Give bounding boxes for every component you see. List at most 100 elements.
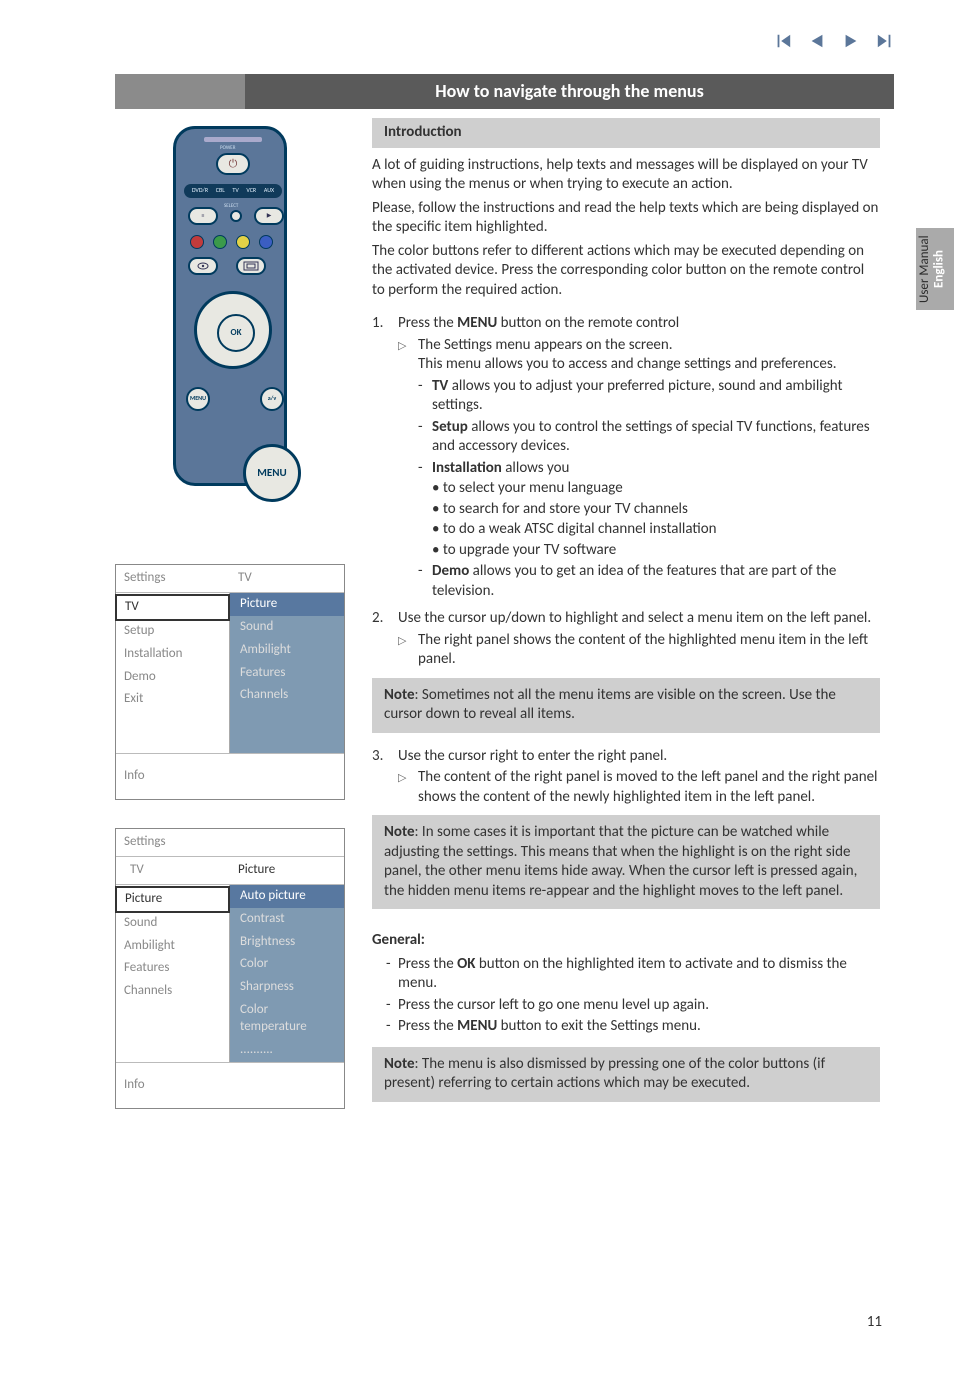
menu2-item-channels: Channels	[116, 980, 229, 1003]
menu1-right-panel: Picture Sound Ambilight Features Channel…	[230, 593, 344, 753]
menu2-item-features: Features	[116, 957, 229, 980]
intro-p2: Please, follow the instructions and read…	[372, 199, 880, 238]
menu1-item-demo: Demo	[116, 666, 229, 689]
menu1-r-features: Features	[230, 662, 344, 685]
page-nav-arrows	[774, 32, 894, 57]
step1-sub: The Settings menu appears on the screen.…	[418, 336, 880, 375]
step1-inst-t: allows you	[502, 459, 570, 477]
power-button: ⏻	[216, 153, 250, 175]
list-button: ≡	[188, 207, 218, 225]
menu2-r-more: ..........	[230, 1039, 344, 1062]
menu1-header: Settings TV	[116, 565, 344, 593]
nav-next-icon[interactable]	[842, 32, 860, 57]
step2-content: Use the cursor up/down to highlight and …	[398, 609, 880, 670]
menu2-item-sound: Sound	[116, 912, 229, 935]
menu1-info: Info	[116, 753, 344, 799]
triangle-icon: ▷	[398, 768, 418, 807]
intro-body: A lot of guiding instructions, help text…	[372, 156, 880, 301]
triangle-icon: ▷	[398, 631, 418, 670]
menu1-r-blank1	[230, 707, 344, 730]
device-vcr: VCR	[246, 187, 256, 195]
menu2-subheader: TV Picture	[116, 857, 344, 885]
settings-menu-table-1: Settings TV TV Setup Installation Demo E…	[115, 564, 345, 800]
note-box-1: Note: Sometimes not all the menu items a…	[372, 678, 880, 733]
green-button	[213, 235, 227, 249]
menu1-body: TV Setup Installation Demo Exit Picture …	[116, 593, 344, 753]
power-icon: ⏻	[229, 157, 238, 171]
g1-b: OK	[457, 955, 475, 973]
step2-text: Use the cursor up/down to highlight and …	[398, 609, 871, 627]
power-label: POWER	[220, 145, 235, 152]
step3-num: 3.	[372, 747, 398, 808]
step3-sub: The content of the right panel is moved …	[418, 768, 880, 807]
step3-text: Use the cursor right to enter the right …	[398, 747, 667, 765]
menu2-left-panel: Picture Sound Ambilight Features Channel…	[116, 885, 230, 1062]
device-tv: TV	[232, 187, 238, 195]
select-button	[230, 210, 242, 222]
remote-body: POWER ⏻ DVD/R CBL TV VCR AUX ≡ ▶ SELECT	[173, 126, 287, 486]
step1-inst-b2: • to do a weak ATSC digital channel inst…	[432, 520, 880, 540]
step1-tv: TV allows you to adjust your preferred p…	[432, 377, 880, 416]
dash-icon: -	[418, 562, 432, 601]
nav-ring: OK	[194, 291, 272, 369]
menu2-header: Settings	[116, 829, 344, 857]
row-2	[188, 257, 266, 275]
nav-first-icon[interactable]	[774, 32, 792, 57]
note1-t: : Sometimes not all the menu items are v…	[384, 686, 836, 724]
lang-name: English	[931, 250, 946, 288]
blue-button	[259, 235, 273, 249]
intro-p3: The color buttons refer to different act…	[372, 242, 880, 301]
play-button: ▶	[254, 207, 284, 225]
yellow-button	[236, 235, 250, 249]
step1-setup: Setup allows you to control the settings…	[432, 418, 880, 457]
format-button	[236, 257, 266, 275]
menu1-head-right: TV	[230, 570, 336, 587]
step1-inst-b1: • to search for and store your TV channe…	[432, 500, 880, 520]
menu1-item-tv: TV	[115, 594, 230, 621]
menu2-head-mid: TV	[124, 862, 230, 879]
header-band: How to navigate through the menus	[115, 74, 894, 109]
dash-icon: -	[418, 377, 432, 416]
step3-content: Use the cursor right to enter the right …	[398, 747, 880, 808]
step1-demo-b: Demo	[432, 562, 469, 580]
nav-prev-icon[interactable]	[808, 32, 826, 57]
menu2-item-picture: Picture	[115, 886, 230, 913]
gnote-b: Note	[384, 1055, 415, 1073]
step2-sub: The right panel shows the content of the…	[418, 631, 880, 670]
dash-icon: -	[386, 996, 398, 1016]
menu2-r-autopicture: Auto picture	[230, 885, 344, 908]
g1-pre: Press the	[398, 955, 457, 973]
step1-pre: Press the	[398, 314, 457, 332]
menu1-r-channels: Channels	[230, 684, 344, 707]
nav-last-icon[interactable]	[876, 32, 894, 57]
step1-post: button on the remote control	[497, 314, 679, 332]
note2-b: Note	[384, 823, 415, 841]
dash-icon: -	[418, 459, 432, 479]
step1-demo-t: allows you to get an idea of the feature…	[432, 562, 836, 600]
menu2-r-contrast: Contrast	[230, 908, 344, 931]
menu2-head-left: Settings	[124, 834, 230, 851]
general-item-1: -Press the OK button on the highlighted …	[386, 955, 880, 994]
menu-button-small: MENU	[186, 387, 210, 411]
menu1-item-setup: Setup	[116, 620, 229, 643]
menu2-r-color: Color	[230, 953, 344, 976]
intro-heading: Introduction	[372, 118, 880, 148]
page-number: 11	[867, 1313, 882, 1333]
menu2-r-brightness: Brightness	[230, 931, 344, 954]
dash-icon: -	[386, 955, 398, 994]
menu1-head-left: Settings	[124, 570, 230, 587]
remote-ir-slot	[204, 137, 262, 142]
note-box-3: Note: The menu is also dismissed by pres…	[372, 1047, 880, 1102]
remote-illustration: POWER ⏻ DVD/R CBL TV VCR AUX ≡ ▶ SELECT	[115, 118, 345, 528]
step1-inst-b: Installation	[432, 459, 502, 477]
device-dvdr: DVD/R	[192, 187, 208, 195]
color-buttons-row	[190, 235, 273, 249]
small-circles-row: MENU a/v	[186, 387, 284, 411]
step1-content: Press the MENU button on the remote cont…	[398, 314, 880, 601]
step2-num: 2.	[372, 609, 398, 670]
av-button: a/v	[260, 387, 284, 411]
menu2-r-sharpness: Sharpness	[230, 976, 344, 999]
g3-post: button to exit the Settings menu.	[497, 1017, 701, 1035]
step-1: 1. Press the MENU button on the remote c…	[372, 314, 880, 601]
step1-setup-t: allows you to control the settings of sp…	[432, 418, 870, 456]
